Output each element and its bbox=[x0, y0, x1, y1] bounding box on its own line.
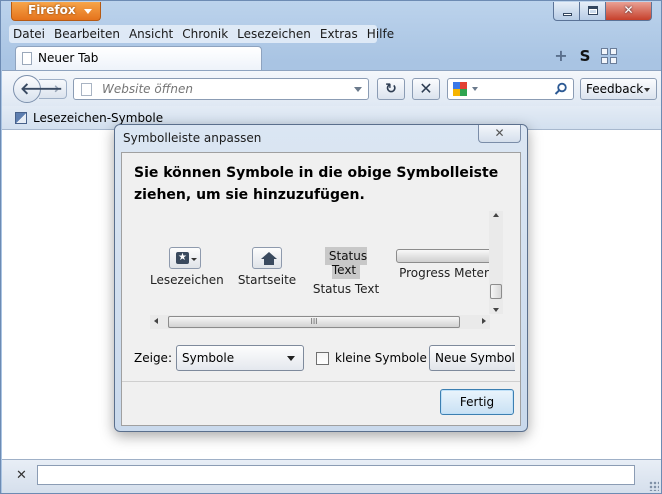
done-label: Fertig bbox=[459, 395, 495, 409]
bookmarks-item-label: Lesezeichen-Symbole bbox=[33, 111, 164, 125]
back-button[interactable]: 🡐 bbox=[13, 75, 63, 103]
add-on-bar: ✕ bbox=[2, 459, 661, 493]
menu-extras[interactable]: Extras bbox=[320, 27, 358, 41]
tab-neuer-tab[interactable]: Neuer Tab bbox=[15, 46, 262, 70]
palette-item-label: Lesezeichen bbox=[150, 273, 224, 287]
menu-ansicht[interactable]: Ansicht bbox=[129, 27, 173, 41]
search-icon[interactable] bbox=[554, 82, 568, 96]
tab-label: Neuer Tab bbox=[38, 51, 99, 65]
firefox-button-label: Firefox bbox=[28, 3, 76, 17]
new-toolbar-button[interactable]: Neue Symbolleiste bbox=[429, 345, 515, 371]
menu-bar: Datei Bearbeiten Ansicht Chronik Lesezei… bbox=[9, 25, 394, 43]
divider bbox=[122, 381, 520, 382]
small-icons-checkbox[interactable] bbox=[316, 352, 329, 365]
scrollbar-thumb[interactable]: III bbox=[168, 316, 460, 328]
bookmark-star-icon: ★ bbox=[176, 252, 189, 264]
palette-item-label: Startseite bbox=[237, 273, 297, 287]
palette-item-startseite[interactable]: Startseite bbox=[237, 247, 297, 287]
dialog-body: Sie können Symbole in die obige Symbolle… bbox=[121, 152, 521, 426]
chevron-down-icon[interactable] bbox=[472, 87, 478, 91]
chevron-down-icon[interactable] bbox=[493, 308, 499, 312]
toolbar-palette: ★ Lesezeichen Startseite Status Text Sta… bbox=[134, 211, 496, 324]
chevron-down-icon bbox=[287, 356, 295, 361]
scrollbar-thumb[interactable] bbox=[490, 284, 502, 299]
new-toolbar-label: Neue Symbolleiste bbox=[435, 351, 515, 365]
close-icon: ✕ bbox=[623, 3, 634, 17]
back-forward-group: ➜ 🡐 bbox=[13, 75, 71, 103]
menu-hilfe[interactable]: Hilfe bbox=[367, 27, 394, 41]
navigation-toolbar: ➜ 🡐 ↻ ✕ Feedback bbox=[2, 70, 661, 106]
chevron-down-icon bbox=[84, 9, 92, 14]
home-icon bbox=[261, 252, 277, 265]
customize-toolbar-dialog: Symbolleiste anpassen ✕ Sie können Symbo… bbox=[114, 124, 528, 432]
chevron-left-icon[interactable] bbox=[154, 318, 158, 324]
arrow-left-icon: 🡐 bbox=[20, 79, 63, 98]
close-icon: ✕ bbox=[494, 126, 505, 140]
maximize-icon bbox=[588, 6, 598, 15]
search-bar[interactable] bbox=[447, 78, 574, 100]
page-icon bbox=[81, 83, 92, 96]
chevron-right-icon[interactable] bbox=[482, 318, 486, 324]
browser-window: Firefox ✕ Datei Bearbeiten Ansicht Chron… bbox=[0, 0, 662, 494]
palette-item-status-text[interactable]: Status Text Status Text bbox=[309, 247, 383, 296]
chevron-down-icon bbox=[644, 88, 650, 92]
resize-grip-icon[interactable] bbox=[649, 481, 659, 491]
palette-item-lesezeichen[interactable]: ★ Lesezeichen bbox=[150, 247, 224, 287]
feedback-label: Feedback bbox=[586, 82, 644, 96]
status-text-sample: Status Text bbox=[324, 247, 368, 279]
small-icons-label[interactable]: kleine Symbole bbox=[335, 351, 427, 365]
search-input[interactable] bbox=[482, 81, 552, 97]
menu-chronik[interactable]: Chronik bbox=[182, 27, 228, 41]
menu-lesezeichen[interactable]: Lesezeichen bbox=[237, 27, 311, 41]
palette-item-label: Progress Meter bbox=[399, 266, 489, 280]
bookmarks-symbols-item[interactable]: Lesezeichen-Symbole bbox=[15, 111, 163, 125]
progress-meter bbox=[396, 249, 492, 263]
page-icon bbox=[22, 52, 32, 65]
palette-item-label: Status Text bbox=[312, 282, 380, 296]
addon-bar-field[interactable] bbox=[37, 465, 635, 485]
firefox-menu-button[interactable]: Firefox bbox=[11, 2, 101, 21]
home-button bbox=[252, 247, 282, 269]
tabstrip-icons: + S bbox=[553, 48, 617, 64]
menu-bearbeiten[interactable]: Bearbeiten bbox=[54, 27, 120, 41]
close-window-button[interactable]: ✕ bbox=[606, 2, 652, 21]
dialog-heading: Sie können Symbole in die obige Symbolle… bbox=[134, 165, 499, 203]
palette-item-progress-meter[interactable]: Progress Meter bbox=[392, 247, 496, 280]
scrollbar-grip: III bbox=[310, 317, 318, 326]
google-icon[interactable] bbox=[453, 82, 467, 96]
bookmarks-menu-button: ★ bbox=[169, 247, 201, 269]
stop-button[interactable]: ✕ bbox=[412, 78, 440, 100]
minimize-icon bbox=[563, 13, 572, 16]
skype-s-icon[interactable]: S bbox=[577, 48, 593, 64]
show-mode-select[interactable]: Symbole bbox=[176, 345, 304, 371]
url-input[interactable] bbox=[102, 81, 342, 97]
close-icon[interactable]: ✕ bbox=[16, 468, 27, 483]
dialog-close-button[interactable]: ✕ bbox=[478, 125, 521, 143]
reload-icon: ↻ bbox=[385, 81, 397, 97]
chevron-down-icon bbox=[191, 258, 197, 261]
palette-horizontal-scrollbar[interactable]: III bbox=[150, 315, 490, 329]
reload-button[interactable]: ↻ bbox=[377, 78, 405, 100]
minimize-button[interactable] bbox=[553, 2, 580, 21]
bookmarks-folder-icon bbox=[15, 112, 27, 124]
url-bar[interactable] bbox=[73, 78, 369, 100]
dialog-title: Symbolleiste anpassen bbox=[123, 131, 262, 145]
new-tab-plus-icon[interactable]: + bbox=[553, 48, 569, 64]
tab-groups-icon[interactable] bbox=[601, 48, 617, 64]
palette-vertical-scrollbar[interactable] bbox=[489, 211, 503, 314]
show-label: Zeige: bbox=[134, 351, 172, 365]
menu-datei[interactable]: Datei bbox=[13, 27, 45, 41]
done-button[interactable]: Fertig bbox=[440, 389, 514, 415]
feedback-button[interactable]: Feedback bbox=[580, 78, 657, 100]
chevron-up-icon[interactable] bbox=[493, 213, 499, 217]
maximize-button[interactable] bbox=[580, 2, 606, 21]
show-mode-value: Symbole bbox=[182, 351, 235, 365]
close-icon: ✕ bbox=[419, 79, 433, 98]
chevron-down-icon[interactable] bbox=[354, 87, 362, 92]
